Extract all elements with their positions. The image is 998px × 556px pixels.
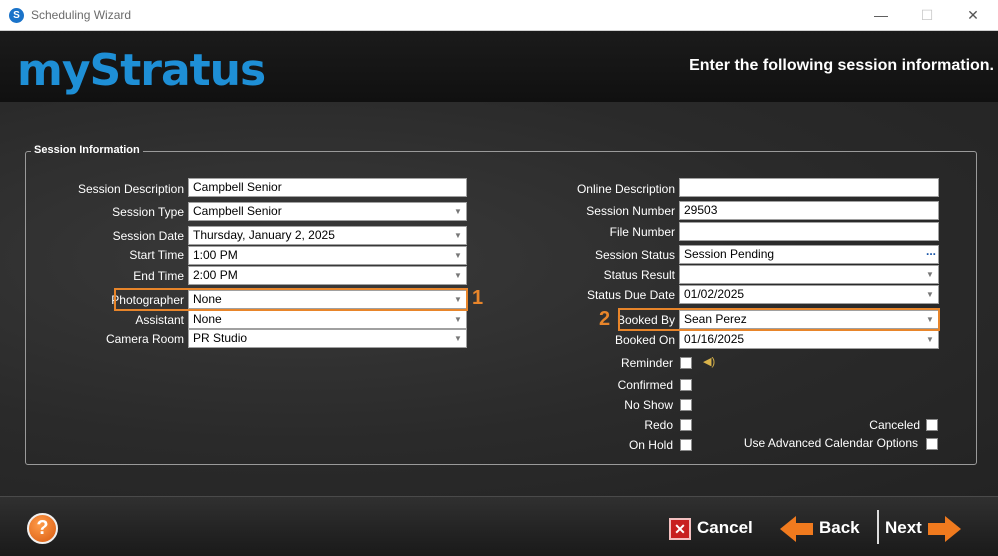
session-type-label: Session Type (112, 205, 184, 219)
mystratus-logo: myStratus (17, 45, 266, 96)
app-icon: S (9, 8, 24, 23)
photographer-highlight (114, 288, 468, 311)
assistant-value: None (193, 312, 222, 326)
title-bar: S Scheduling Wizard — ☐ ✕ (0, 0, 998, 31)
back-button[interactable]: Back (780, 511, 860, 545)
dropdown-arrow-icon[interactable]: ▼ (922, 331, 938, 348)
booked-on-value: 01/16/2025 (684, 332, 745, 346)
speaker-icon[interactable]: ◀) (703, 356, 717, 368)
status-result-label: Status Result (603, 268, 675, 282)
dropdown-arrow-icon[interactable]: ▼ (450, 247, 466, 264)
session-description-input[interactable]: Campbell Senior (188, 178, 467, 197)
dropdown-arrow-icon[interactable]: ▼ (450, 203, 466, 220)
maximize-button[interactable]: ☐ (912, 4, 942, 26)
status-due-date-picker[interactable]: 01/02/2025 ▼ (679, 285, 939, 304)
session-type-value: Campbell Senior (193, 204, 282, 218)
cancel-button[interactable]: ✕ Cancel (669, 511, 753, 545)
file-number-input[interactable] (679, 222, 939, 241)
help-button[interactable]: ? (27, 513, 58, 544)
end-time-value: 2:00 PM (193, 268, 238, 282)
annotation-number-1: 1 (472, 287, 484, 309)
dropdown-arrow-icon[interactable]: ▼ (450, 330, 466, 347)
assistant-select[interactable]: None ▼ (188, 310, 467, 329)
end-time-select[interactable]: 2:00 PM ▼ (188, 266, 467, 285)
on-hold-label: On Hold (628, 438, 673, 452)
session-description-label: Session Description (77, 182, 184, 196)
next-label: Next (885, 518, 922, 537)
camera-room-select[interactable]: PR Studio ▼ (188, 329, 467, 348)
redo-checkbox[interactable] (680, 419, 692, 431)
session-date-label: Session Date (112, 229, 184, 243)
reminder-label: Reminder (620, 356, 673, 370)
file-number-label: File Number (609, 225, 675, 239)
dropdown-arrow-icon[interactable]: ▼ (922, 266, 938, 283)
camera-room-label: Camera Room (105, 332, 184, 346)
confirmed-checkbox[interactable] (680, 379, 692, 391)
start-time-value: 1:00 PM (193, 248, 238, 262)
session-date-value: Thursday, January 2, 2025 (193, 228, 335, 242)
window-title: Scheduling Wizard (31, 8, 132, 22)
no-show-label: No Show (624, 398, 673, 412)
status-result-select[interactable]: ▼ (679, 265, 939, 284)
dropdown-arrow-icon[interactable]: ▼ (450, 267, 466, 284)
close-button[interactable]: ✕ (958, 4, 988, 26)
header-banner: myStratus Enter the following session in… (0, 31, 998, 102)
dropdown-arrow-icon[interactable]: ▼ (450, 227, 466, 244)
status-due-date-value: 01/02/2025 (684, 287, 745, 301)
session-status-value: Session Pending (684, 247, 775, 261)
canceled-label: Canceled (869, 418, 920, 432)
session-number-label: Session Number (586, 204, 675, 218)
confirmed-label: Confirmed (617, 378, 673, 392)
back-arrow-icon (780, 515, 796, 542)
redo-label: Redo (644, 418, 673, 432)
no-show-checkbox[interactable] (680, 399, 692, 411)
end-time-label: End Time (133, 269, 184, 283)
assistant-label: Assistant (135, 313, 184, 327)
booked-on-picker[interactable]: 01/16/2025 ▼ (679, 330, 939, 349)
booked-on-label: Booked On (614, 333, 675, 347)
session-status-label: Session Status (594, 248, 675, 262)
start-time-label: Start Time (129, 248, 184, 262)
back-label: Back (819, 518, 860, 537)
minimize-button[interactable]: — (866, 4, 896, 26)
group-legend: Session Information (31, 144, 143, 156)
session-type-select[interactable]: Campbell Senior ▼ (188, 202, 467, 221)
status-due-date-label: Status Due Date (586, 288, 675, 302)
start-time-select[interactable]: 1:00 PM ▼ (188, 246, 467, 265)
ellipsis-icon[interactable]: ... (926, 246, 936, 260)
session-date-picker[interactable]: Thursday, January 2, 2025 ▼ (188, 226, 467, 245)
canceled-checkbox[interactable] (926, 419, 938, 431)
back-arrow-tail (795, 522, 813, 535)
advanced-calendar-label: Use Advanced Calendar Options (743, 436, 918, 450)
online-description-input[interactable] (679, 178, 939, 197)
session-status-field[interactable]: Session Pending... (679, 245, 939, 264)
footer-separator (877, 510, 879, 544)
on-hold-checkbox[interactable] (680, 439, 692, 451)
reminder-checkbox[interactable] (680, 357, 692, 369)
online-description-label: Online Description (576, 182, 675, 196)
dropdown-arrow-icon[interactable]: ▼ (450, 311, 466, 328)
session-number-input[interactable]: 29503 (679, 201, 939, 220)
next-arrow-icon (944, 515, 961, 542)
next-arrow-tail (927, 522, 946, 535)
camera-room-value: PR Studio (193, 331, 248, 345)
dropdown-arrow-icon[interactable]: ▼ (922, 286, 938, 303)
next-button[interactable]: Next (885, 511, 961, 545)
booked-by-highlight (618, 308, 940, 331)
cancel-label: Cancel (697, 518, 753, 537)
advanced-calendar-checkbox[interactable] (926, 438, 938, 450)
instruction-text: Enter the following session information. (689, 57, 994, 74)
cancel-x-icon: ✕ (669, 517, 691, 540)
annotation-number-2: 2 (599, 308, 611, 330)
